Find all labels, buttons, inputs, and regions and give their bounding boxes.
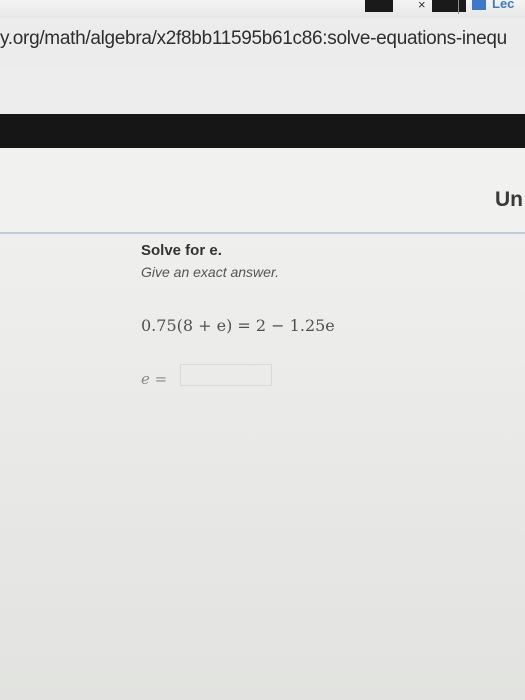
unit-header: Un bbox=[0, 148, 525, 234]
answer-input[interactable] bbox=[180, 364, 272, 386]
extension-icon[interactable] bbox=[472, 0, 486, 10]
extension-label[interactable]: Lec bbox=[492, 0, 514, 11]
answer-label: e = bbox=[141, 370, 168, 388]
address-bar[interactable]: y.org/math/algebra/x2f8bb11595b61c86:sol… bbox=[0, 18, 525, 66]
url-text[interactable]: y.org/math/algebra/x2f8bb11595b61c86:sol… bbox=[0, 28, 507, 50]
problem-instruction: Give an exact answer. bbox=[141, 264, 279, 280]
tab-divider bbox=[458, 0, 459, 14]
unit-title[interactable]: Un bbox=[495, 188, 523, 212]
tab-button[interactable] bbox=[432, 0, 466, 12]
close-icon[interactable]: × bbox=[418, 0, 426, 12]
site-nav-bar bbox=[0, 114, 525, 148]
browser-tab-strip: × Lec bbox=[0, 0, 525, 18]
tab-button[interactable] bbox=[365, 0, 393, 12]
equation: 0.75(8 + e) = 2 − 1.25e bbox=[141, 316, 335, 335]
page-top-band bbox=[0, 66, 525, 114]
exercise-panel: Solve for e. Give an exact answer. 0.75(… bbox=[0, 234, 525, 700]
problem-title: Solve for e. bbox=[141, 242, 222, 259]
